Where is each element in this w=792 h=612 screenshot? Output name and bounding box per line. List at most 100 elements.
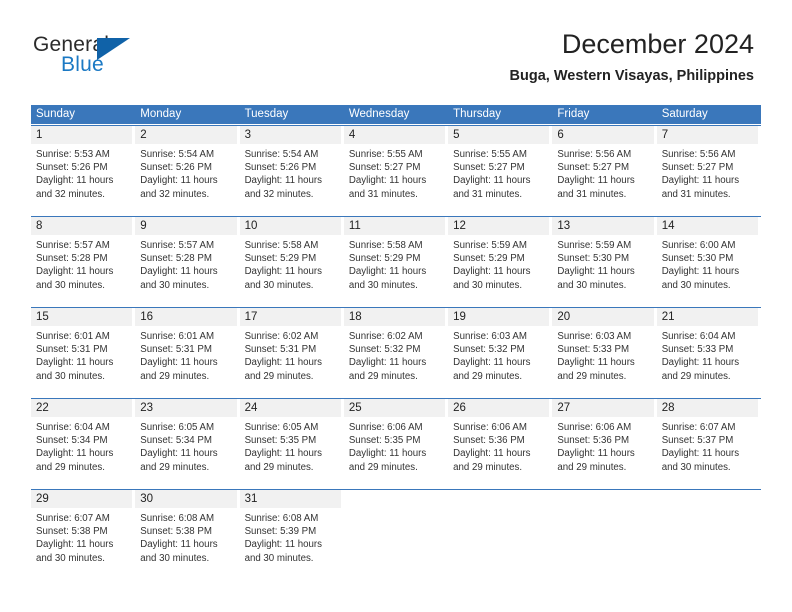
day-number: 8 [36,220,43,232]
day-number-band: 6 [552,126,654,144]
day-cell[interactable]: 18 Sunrise: 6:02 AM Sunset: 5:32 PM Dayl… [343,308,448,397]
day-cell[interactable]: 21 Sunrise: 6:04 AM Sunset: 5:33 PM Dayl… [656,308,761,397]
day-cell[interactable]: 20 Sunrise: 6:03 AM Sunset: 5:33 PM Dayl… [552,308,656,397]
day-cell[interactable]: 13 Sunrise: 5:59 AM Sunset: 5:30 PM Dayl… [552,217,656,306]
day-number-band: 13 [552,217,654,235]
day-cell[interactable]: 10 Sunrise: 5:58 AM Sunset: 5:29 PM Dayl… [239,217,344,306]
day-details: Sunrise: 5:56 AM Sunset: 5:27 PM Dayligh… [552,144,653,201]
sunset-text: Sunset: 5:26 PM [244,162,317,174]
day-details: Sunrise: 6:08 AM Sunset: 5:38 PM Dayligh… [135,508,236,565]
day-cell[interactable]: 22 Sunrise: 6:04 AM Sunset: 5:34 PM Dayl… [31,399,135,488]
day-cell[interactable]: 19 Sunrise: 6:03 AM Sunset: 5:32 PM Dayl… [448,308,552,397]
sunset-text: Sunset: 5:38 PM [36,526,108,538]
day-cell[interactable]: 11 Sunrise: 5:58 AM Sunset: 5:29 PM Dayl… [343,217,448,306]
day-cell[interactable]: 26 Sunrise: 6:06 AM Sunset: 5:36 PM Dayl… [448,399,552,488]
sunrise-text: Sunrise: 6:01 AM [36,331,110,342]
day-details: Sunrise: 6:05 AM Sunset: 5:34 PM Dayligh… [135,417,236,474]
day-cell[interactable]: 1 Sunrise: 5:53 AM Sunset: 5:26 PM Dayli… [31,126,135,215]
daylight-text-line1: Daylight: 11 hours [557,175,635,187]
sunrise-text: Sunrise: 6:05 AM [140,422,215,433]
day-cell[interactable]: 28 Sunrise: 6:07 AM Sunset: 5:37 PM Dayl… [656,399,761,488]
daylight-text-line2: and 32 minutes. [140,188,210,200]
day-details: Sunrise: 6:08 AM Sunset: 5:39 PM Dayligh… [240,508,341,565]
day-details: Sunrise: 6:04 AM Sunset: 5:33 PM Dayligh… [657,326,758,383]
daylight-text-line1: Daylight: 11 hours [140,357,218,369]
sunset-text: Sunset: 5:26 PM [36,162,108,174]
day-number: 21 [661,311,675,323]
day-cell[interactable]: 30 Sunrise: 6:08 AM Sunset: 5:38 PM Dayl… [135,490,239,579]
day-number-band: 12 [448,217,550,235]
calendar-grid: Sunday Monday Tuesday Wednesday Thursday… [31,105,761,579]
day-cell[interactable]: 25 Sunrise: 6:06 AM Sunset: 5:35 PM Dayl… [343,399,448,488]
day-cell[interactable]: 7 Sunrise: 5:56 AM Sunset: 5:27 PM Dayli… [656,126,761,215]
daylight-text-line1: Daylight: 11 hours [244,448,322,460]
daylight-text-line2: and 31 minutes. [557,188,627,200]
day-number-band: 4 [343,126,446,144]
day-cell[interactable]: 29 Sunrise: 6:07 AM Sunset: 5:38 PM Dayl… [31,490,135,579]
sunset-text: Sunset: 5:30 PM [557,253,630,265]
weekday-header-thursday: Thursday [453,108,502,120]
day-number: 28 [661,402,675,414]
sunrise-text: Sunrise: 6:02 AM [348,331,423,342]
daylight-text-line1: Daylight: 11 hours [661,266,740,278]
sunrise-text: Sunrise: 6:02 AM [244,331,319,342]
sunrise-text: Sunrise: 5:54 AM [244,149,319,160]
day-cell[interactable]: 27 Sunrise: 6:06 AM Sunset: 5:36 PM Dayl… [552,399,656,488]
sunrise-text: Sunrise: 5:57 AM [36,240,110,251]
daylight-text-line1: Daylight: 11 hours [140,266,218,278]
daylight-text-line2: and 30 minutes. [348,279,418,291]
day-cell[interactable]: 23 Sunrise: 6:05 AM Sunset: 5:34 PM Dayl… [135,399,239,488]
daylight-text-line2: and 30 minutes. [36,279,105,291]
weekday-header-tuesday: Tuesday [244,108,289,120]
day-cell[interactable]: 9 Sunrise: 5:57 AM Sunset: 5:28 PM Dayli… [135,217,239,306]
daylight-text-line1: Daylight: 11 hours [348,448,427,460]
day-number: 12 [453,220,466,232]
day-cell-empty [552,490,656,579]
daylight-text-line1: Daylight: 11 hours [140,539,218,551]
day-cell[interactable]: 14 Sunrise: 6:00 AM Sunset: 5:30 PM Dayl… [656,217,761,306]
daylight-text-line2: and 31 minutes. [453,188,523,200]
day-cell[interactable]: 5 Sunrise: 5:55 AM Sunset: 5:27 PM Dayli… [448,126,552,215]
day-number-band: 18 [343,308,446,326]
day-cell[interactable]: 17 Sunrise: 6:02 AM Sunset: 5:31 PM Dayl… [239,308,344,397]
day-cell[interactable]: 12 Sunrise: 5:59 AM Sunset: 5:29 PM Dayl… [448,217,552,306]
daylight-text-line1: Daylight: 11 hours [244,539,322,551]
sunset-text: Sunset: 5:33 PM [661,344,734,356]
day-number: 4 [348,129,356,141]
day-number-band: 16 [135,308,237,326]
day-number-band [657,490,758,508]
sunrise-text: Sunrise: 6:03 AM [557,331,632,342]
calendar-page: General Blue December 2024 Buga, Western… [0,0,792,612]
day-details: Sunrise: 5:54 AM Sunset: 5:26 PM Dayligh… [135,144,236,201]
day-number: 29 [36,493,49,505]
day-cell[interactable]: 31 Sunrise: 6:08 AM Sunset: 5:39 PM Dayl… [239,490,344,579]
sunrise-text: Sunrise: 5:57 AM [140,240,215,251]
day-number-band: 22 [31,399,133,417]
day-number-band: 8 [31,217,133,235]
sunset-text: Sunset: 5:27 PM [348,162,421,174]
daylight-text-line1: Daylight: 11 hours [348,175,427,187]
day-number: 31 [244,493,258,505]
day-cell[interactable]: 15 Sunrise: 6:01 AM Sunset: 5:31 PM Dayl… [31,308,135,397]
day-cell[interactable]: 8 Sunrise: 5:57 AM Sunset: 5:28 PM Dayli… [31,217,135,306]
day-cell[interactable]: 3 Sunrise: 5:54 AM Sunset: 5:26 PM Dayli… [239,126,344,215]
day-number: 2 [140,129,147,141]
day-cell[interactable]: 2 Sunrise: 5:54 AM Sunset: 5:26 PM Dayli… [135,126,239,215]
day-details: Sunrise: 5:53 AM Sunset: 5:26 PM Dayligh… [31,144,132,201]
week-row: 1 Sunrise: 5:53 AM Sunset: 5:26 PM Dayli… [31,125,761,215]
sunset-text: Sunset: 5:39 PM [244,526,317,538]
day-cell[interactable]: 4 Sunrise: 5:55 AM Sunset: 5:27 PM Dayli… [343,126,448,215]
day-number-band: 27 [552,399,654,417]
daylight-text-line2: and 30 minutes. [244,552,314,564]
sunrise-text: Sunrise: 6:07 AM [36,513,110,524]
day-details: Sunrise: 5:57 AM Sunset: 5:28 PM Dayligh… [135,235,236,292]
day-cell[interactable]: 24 Sunrise: 6:05 AM Sunset: 5:35 PM Dayl… [239,399,344,488]
day-number-band [344,490,445,508]
day-cell[interactable]: 6 Sunrise: 5:56 AM Sunset: 5:27 PM Dayli… [552,126,656,215]
sunrise-text: Sunrise: 6:08 AM [244,513,319,524]
sunset-text: Sunset: 5:28 PM [36,253,108,265]
sunrise-text: Sunrise: 6:07 AM [661,422,736,433]
daylight-text-line2: and 29 minutes. [661,370,731,382]
day-cell[interactable]: 16 Sunrise: 6:01 AM Sunset: 5:31 PM Dayl… [135,308,239,397]
day-number-band: 1 [31,126,133,144]
